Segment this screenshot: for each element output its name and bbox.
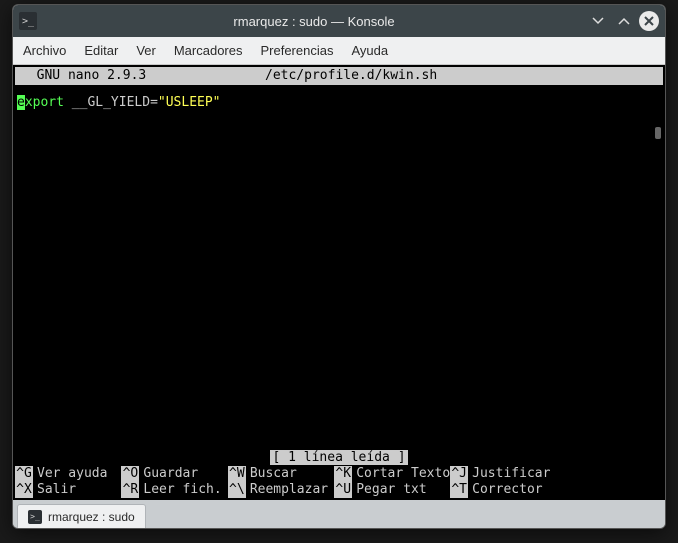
- menu-archivo[interactable]: Archivo: [23, 43, 66, 58]
- nano-status-line: [ 1 línea leída ]: [15, 450, 663, 466]
- menu-editar[interactable]: Editar: [84, 43, 118, 58]
- shortcut-replace: ^\Reemplazar: [228, 482, 334, 498]
- close-button[interactable]: [639, 11, 659, 31]
- shortcut-writeout: ^OGuardar: [121, 466, 227, 482]
- tab-label: rmarquez : sudo: [48, 510, 135, 524]
- nano-titlebar: GNU nano 2.9.3 /etc/profile.d/kwin.sh: [15, 67, 663, 85]
- menu-ayuda[interactable]: Ayuda: [351, 43, 388, 58]
- shortcut-help: ^GVer ayuda: [15, 466, 121, 482]
- window-title: rmarquez : sudo — Konsole: [45, 14, 583, 29]
- nano-shortcuts: ^GVer ayuda ^OGuardar ^WBuscar ^KCortar …: [15, 466, 663, 498]
- chevron-up-icon: [617, 14, 631, 28]
- terminal-view[interactable]: GNU nano 2.9.3 /etc/profile.d/kwin.sh ex…: [13, 65, 665, 500]
- maximize-button[interactable]: [613, 10, 635, 32]
- shortcut-exit: ^XSalir: [15, 482, 121, 498]
- shortcut-cut: ^KCortar Texto: [334, 466, 450, 482]
- minimize-button[interactable]: [587, 10, 609, 32]
- shortcut-readfile: ^RLeer fich.: [121, 482, 227, 498]
- app-icon: >_: [19, 12, 37, 30]
- shortcut-justify: ^JJustificar: [450, 466, 556, 482]
- titlebar[interactable]: >_ rmarquez : sudo — Konsole: [13, 5, 665, 37]
- shortcut-search: ^WBuscar: [228, 466, 334, 482]
- shortcut-paste: ^UPegar txt: [334, 482, 450, 498]
- scrollbar-thumb[interactable]: [655, 127, 661, 139]
- cursor: e: [17, 95, 25, 110]
- tab-active[interactable]: >_ rmarquez : sudo: [17, 504, 146, 528]
- menubar: Archivo Editar Ver Marcadores Preferenci…: [13, 37, 665, 65]
- var-assign: __GL_YIELD=: [72, 95, 158, 110]
- close-icon: [643, 15, 655, 27]
- menu-ver[interactable]: Ver: [136, 43, 156, 58]
- editor-content[interactable]: export __GL_YIELD="USLEEP": [15, 85, 663, 111]
- tab-bar: >_ rmarquez : sudo: [13, 500, 665, 528]
- nano-file-path: /etc/profile.d/kwin.sh: [265, 68, 437, 84]
- terminal-icon: >_: [28, 510, 42, 524]
- nano-app-name: GNU nano 2.9.3: [15, 68, 146, 84]
- konsole-window: >_ rmarquez : sudo — Konsole Archivo Edi…: [12, 4, 666, 529]
- menu-marcadores[interactable]: Marcadores: [174, 43, 243, 58]
- string-literal: "USLEEP": [158, 95, 221, 110]
- shortcut-spell: ^TCorrector: [450, 482, 556, 498]
- keyword: xport: [25, 95, 72, 110]
- chevron-down-icon: [591, 14, 605, 28]
- menu-preferencias[interactable]: Preferencias: [260, 43, 333, 58]
